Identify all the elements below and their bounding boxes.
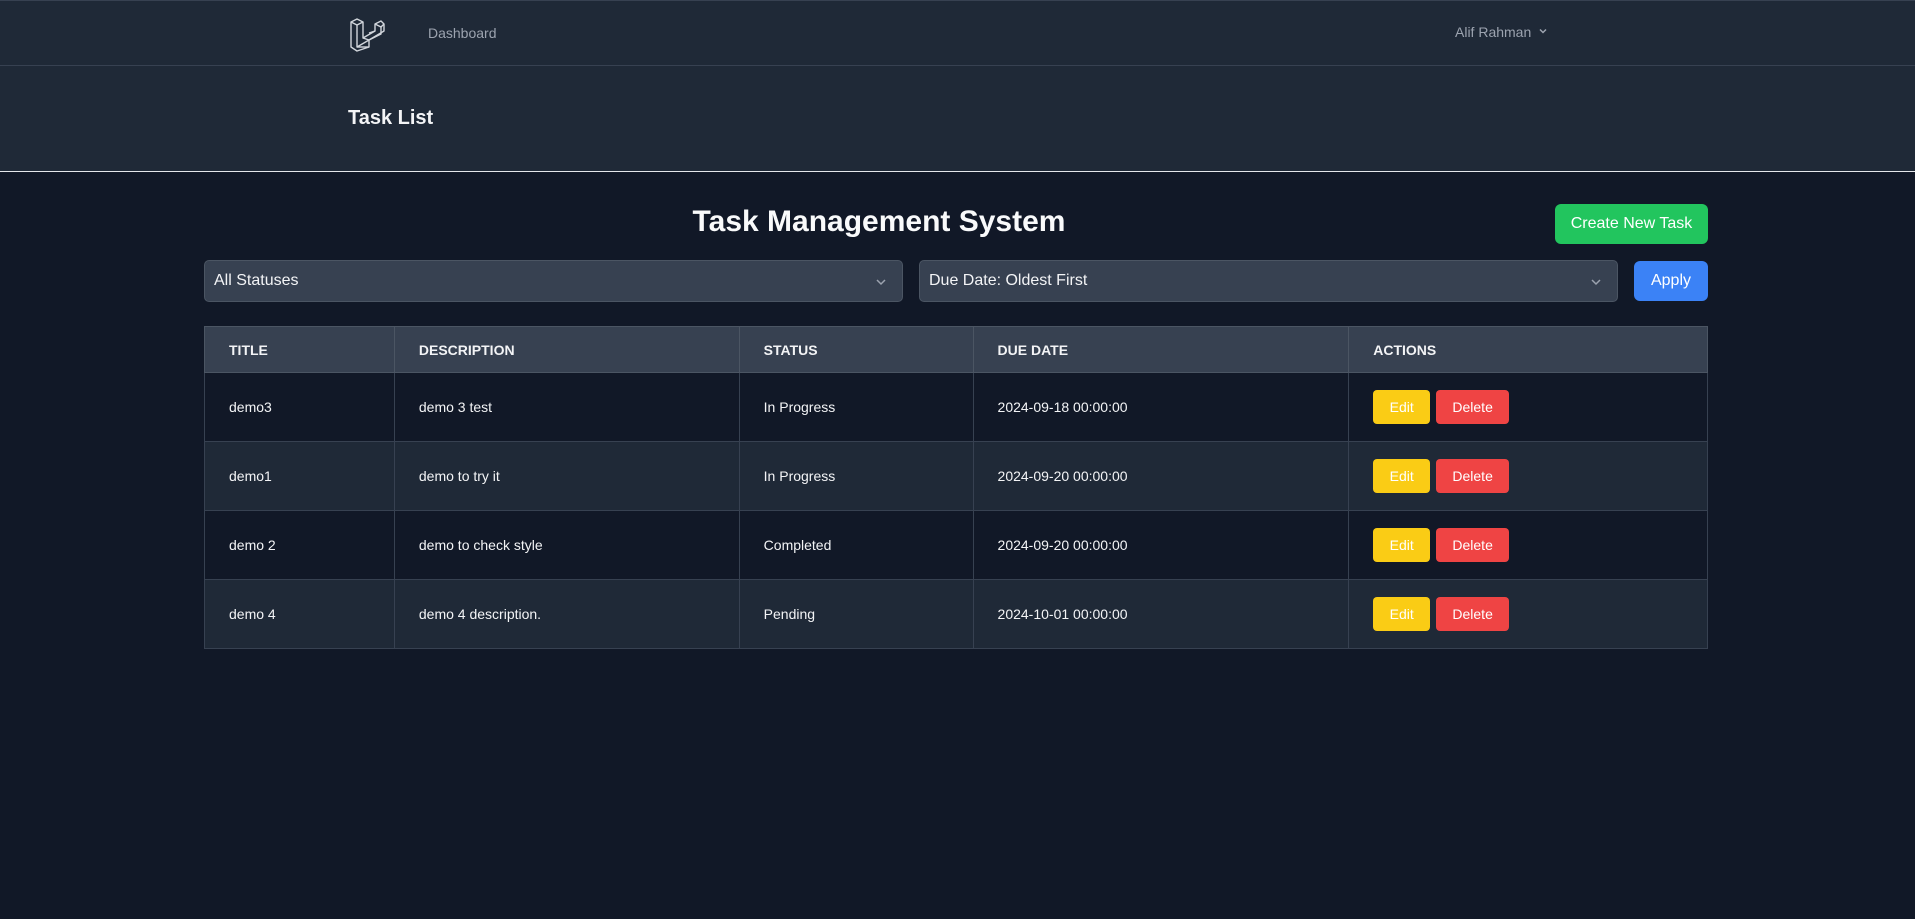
task-status: In Progress — [738, 441, 974, 511]
task-actions: Edit Delete — [1348, 510, 1708, 580]
task-description: demo 3 test — [393, 372, 740, 442]
sort-select[interactable]: Due Date: Oldest First — [919, 260, 1618, 302]
task-title: demo 4 — [204, 579, 395, 649]
edit-button[interactable]: Edit — [1373, 597, 1431, 631]
page-header: Task List — [0, 66, 1915, 172]
task-description: demo to check style — [393, 510, 740, 580]
task-due-date: 2024-10-01 00:00:00 — [972, 579, 1350, 649]
column-header-actions: ACTIONS — [1348, 326, 1708, 373]
edit-button[interactable]: Edit — [1373, 390, 1431, 424]
task-title: demo3 — [204, 372, 395, 442]
task-title: demo 2 — [204, 510, 395, 580]
chevron-down-icon — [1589, 275, 1603, 289]
task-title: demo1 — [204, 441, 395, 511]
status-filter-value: All Statuses — [214, 272, 299, 289]
user-menu[interactable]: Alif Rahman — [1455, 24, 1549, 40]
task-due-date: 2024-09-20 00:00:00 — [972, 510, 1350, 580]
column-header-title: TITLE — [204, 326, 395, 373]
task-due-date: 2024-09-20 00:00:00 — [972, 441, 1350, 511]
user-name: Alif Rahman — [1455, 24, 1532, 40]
task-description: demo to try it — [393, 441, 740, 511]
delete-button[interactable]: Delete — [1436, 459, 1510, 493]
delete-button[interactable]: Delete — [1436, 528, 1510, 562]
table-header-row: TITLE DESCRIPTION STATUS DUE DATE ACTION… — [204, 326, 1708, 373]
edit-button[interactable]: Edit — [1373, 528, 1431, 562]
chevron-down-icon — [874, 275, 888, 289]
task-actions: Edit Delete — [1348, 579, 1708, 649]
task-table: TITLE DESCRIPTION STATUS DUE DATE ACTION… — [204, 326, 1708, 649]
apply-button[interactable]: Apply — [1634, 261, 1708, 301]
column-header-description: DESCRIPTION — [393, 326, 740, 373]
nav-link-dashboard[interactable]: Dashboard — [428, 25, 497, 41]
delete-button[interactable]: Delete — [1436, 390, 1510, 424]
sort-value: Due Date: Oldest First — [929, 272, 1088, 289]
table-row: demo 2 demo to check style Completed 202… — [204, 510, 1708, 580]
column-header-status: STATUS — [738, 326, 974, 373]
table-row: demo3 demo 3 test In Progress 2024-09-18… — [204, 372, 1708, 442]
table-row: demo1 demo to try it In Progress 2024-09… — [204, 441, 1708, 511]
column-header-due-date: DUE DATE — [972, 326, 1350, 373]
status-filter-select[interactable]: All Statuses — [204, 260, 903, 302]
edit-button[interactable]: Edit — [1373, 459, 1431, 493]
main-title: Task Management System — [692, 205, 1066, 238]
task-status: Completed — [738, 510, 974, 580]
task-status: Pending — [738, 579, 974, 649]
delete-button[interactable]: Delete — [1436, 597, 1510, 631]
chevron-down-icon — [1537, 24, 1549, 40]
top-navigation: Dashboard Alif Rahman — [0, 0, 1915, 66]
laravel-logo-icon[interactable] — [349, 14, 385, 52]
task-status: In Progress — [738, 372, 974, 442]
task-actions: Edit Delete — [1348, 441, 1708, 511]
task-actions: Edit Delete — [1348, 372, 1708, 442]
page-title: Task List — [348, 107, 434, 129]
create-new-task-button[interactable]: Create New Task — [1555, 204, 1708, 244]
task-due-date: 2024-09-18 00:00:00 — [972, 372, 1350, 442]
task-description: demo 4 description. — [393, 579, 740, 649]
table-row: demo 4 demo 4 description. Pending 2024-… — [204, 579, 1708, 649]
